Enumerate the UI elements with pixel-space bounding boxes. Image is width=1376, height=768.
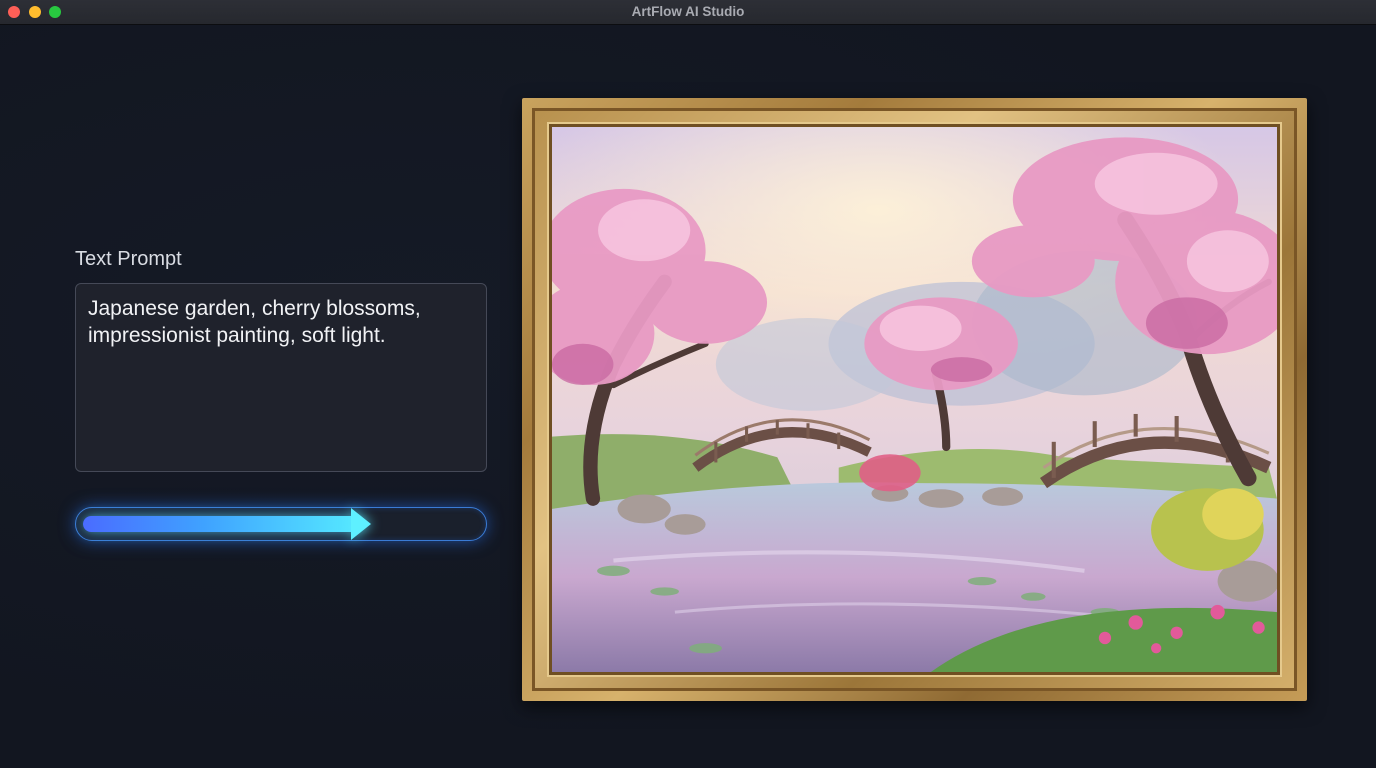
- main-content: Text Prompt Japanese garden, cherry blos…: [0, 25, 1376, 768]
- frame-liner: [547, 122, 1282, 677]
- generation-progress-bar: [75, 507, 487, 541]
- prompt-label: Text Prompt: [75, 248, 182, 270]
- title-bar[interactable]: ArtFlow AI Studio: [0, 0, 1376, 25]
- generated-artwork[interactable]: [552, 127, 1277, 672]
- app-window: ArtFlow AI Studio Text Prompt Japanese g…: [0, 0, 1376, 768]
- progress-fill: [83, 516, 351, 532]
- prompt-input[interactable]: Japanese garden, cherry blossoms, impres…: [75, 283, 487, 472]
- painting-icon: [552, 127, 1277, 672]
- artwork-frame: [522, 98, 1307, 701]
- arrow-right-icon: [351, 508, 371, 540]
- window-title: ArtFlow AI Studio: [631, 4, 745, 19]
